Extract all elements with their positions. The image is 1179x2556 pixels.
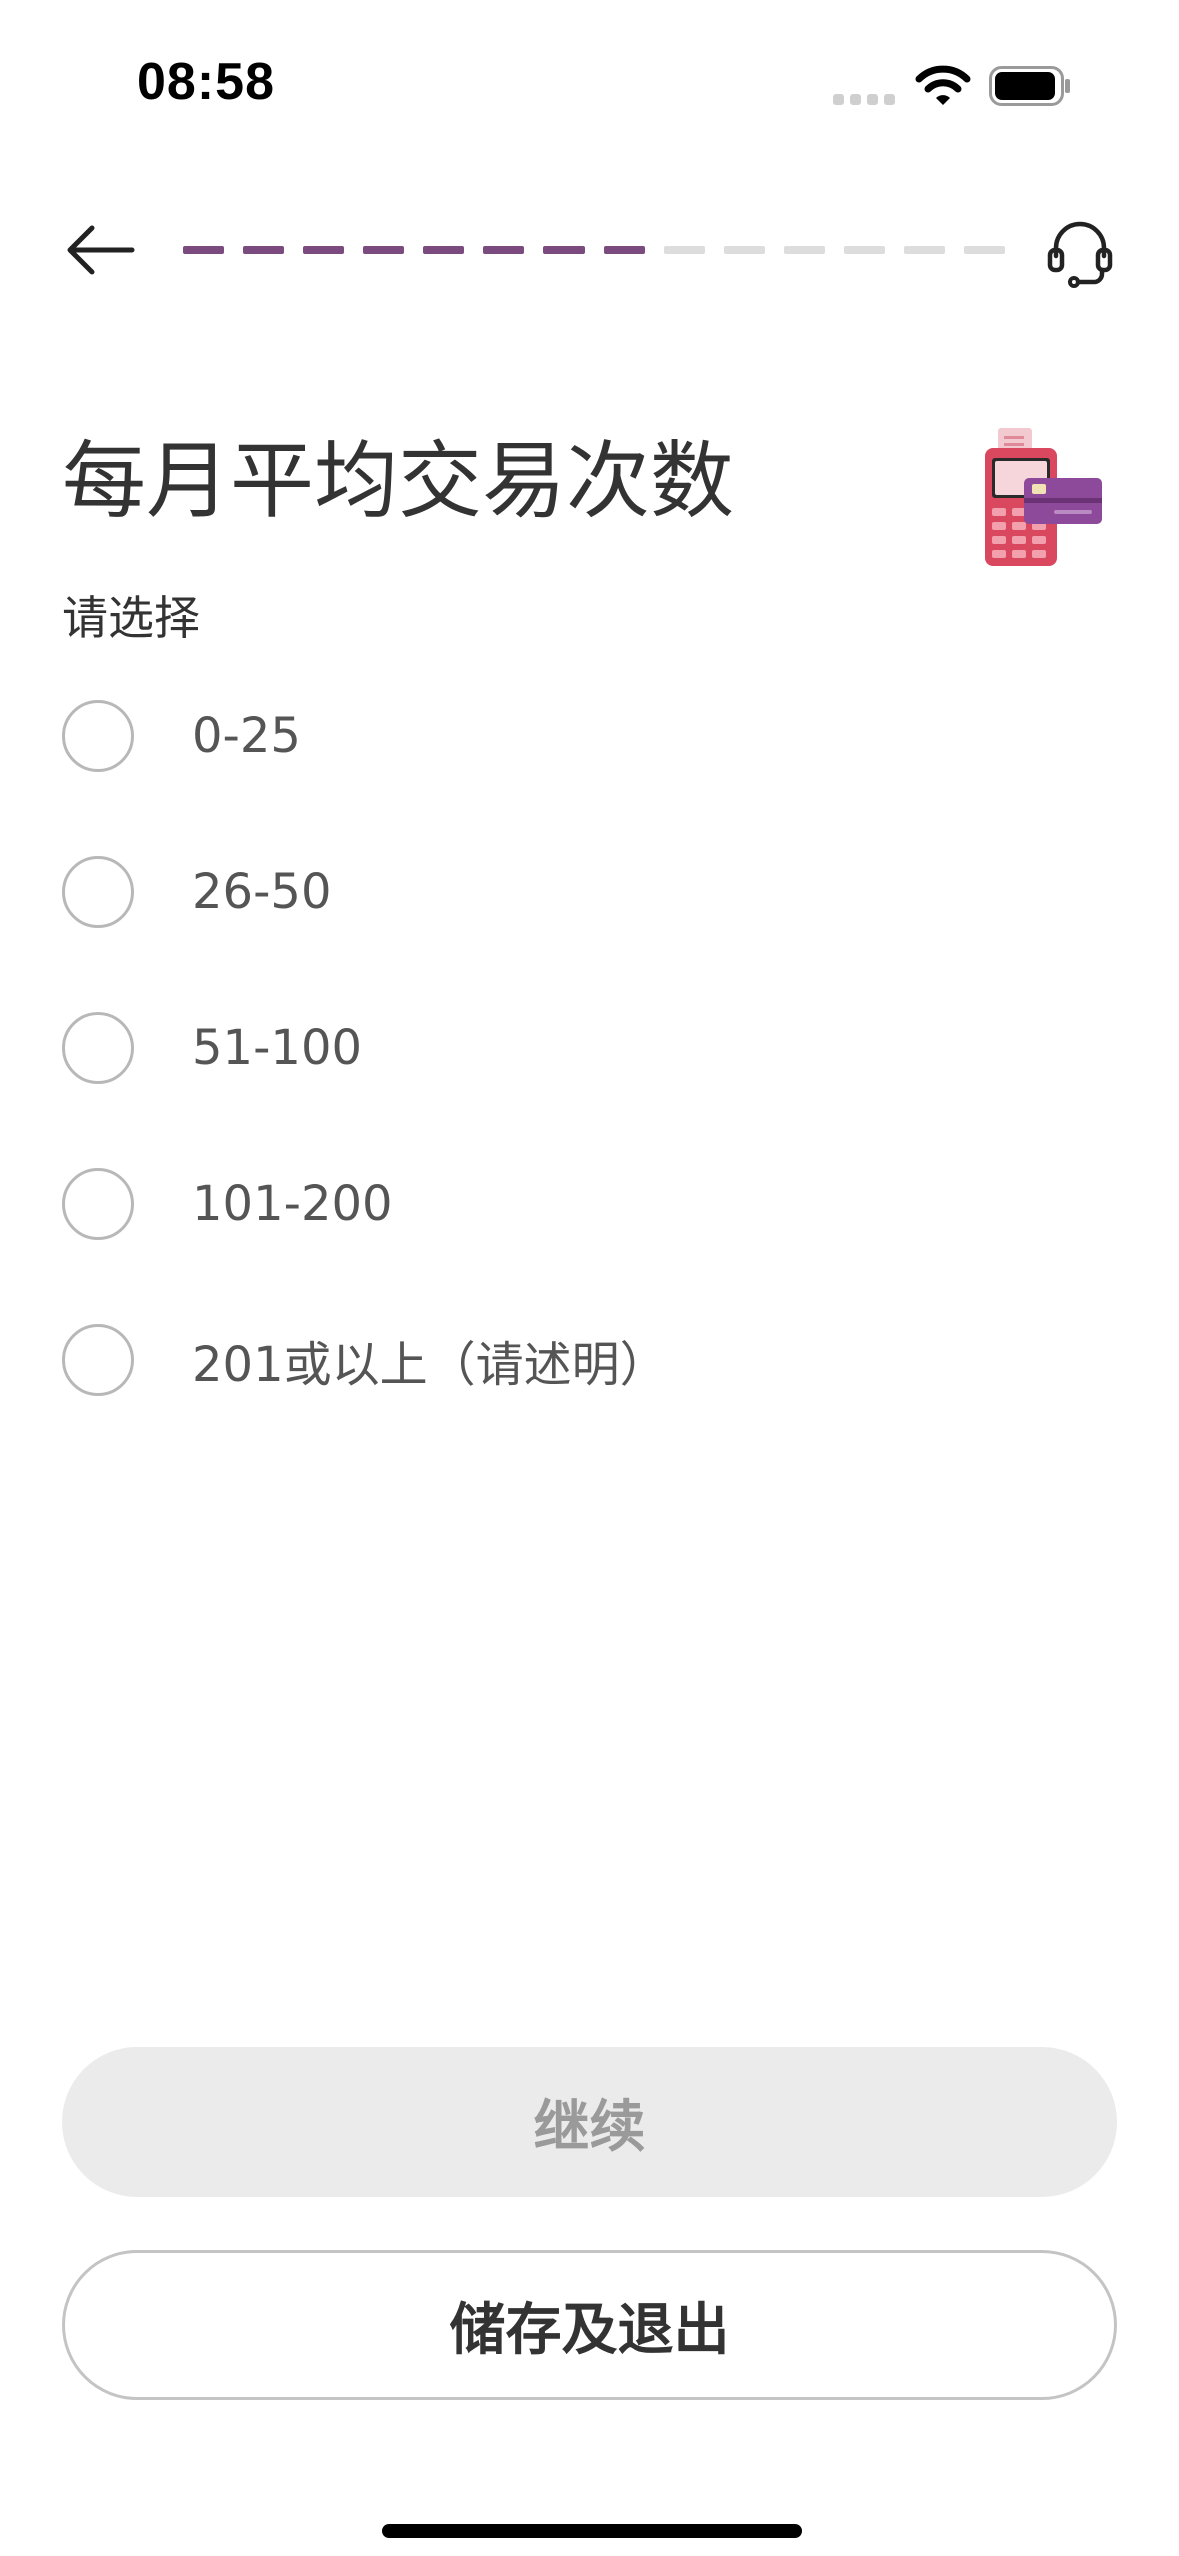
progress-step-complete: [603, 246, 645, 254]
wifi-icon: [915, 65, 971, 105]
progress-step-pending: [663, 246, 705, 254]
progress-step-pending: [723, 246, 765, 254]
progress-step-pending: [903, 246, 946, 254]
progress-step-pending: [783, 246, 825, 254]
option-label: 26-50: [192, 864, 332, 920]
status-icons: [833, 64, 1083, 108]
option-51-100[interactable]: 51-100: [62, 1010, 1112, 1086]
continue-button[interactable]: 继续: [62, 2047, 1117, 2197]
progress-step-pending: [964, 246, 1006, 254]
progress-step-complete: [183, 246, 225, 254]
pos-terminal-icon: [985, 428, 1102, 566]
option-101-200[interactable]: 101-200: [62, 1166, 1112, 1242]
home-indicator: [382, 2524, 802, 2538]
select-prompt: 请选择: [62, 591, 200, 645]
headset-icon[interactable]: [1044, 216, 1116, 288]
option-label: 0-25: [192, 708, 301, 764]
option-label: 51-100: [192, 1020, 363, 1076]
step-progress-bar: [183, 246, 1006, 254]
progress-step-complete: [363, 246, 405, 254]
radio-button[interactable]: [62, 1168, 134, 1240]
cellular-signal-icon: [833, 94, 895, 106]
progress-step-complete: [303, 246, 345, 254]
option-label: 101-200: [192, 1176, 393, 1232]
progress-step-pending: [843, 246, 885, 254]
option-label: 201或以上（请述明）: [192, 1337, 668, 1393]
progress-step-complete: [543, 246, 585, 254]
radio-button[interactable]: [62, 700, 134, 772]
battery-icon: [989, 66, 1070, 106]
option-list: 0-25 26-50 51-100 101-200 201或以上（请述明）: [62, 698, 1112, 1478]
radio-button[interactable]: [62, 1324, 134, 1396]
option-201-plus[interactable]: 201或以上（请述明）: [62, 1322, 1112, 1398]
save-and-exit-button[interactable]: 储存及退出: [62, 2250, 1117, 2400]
back-arrow-icon[interactable]: [62, 222, 138, 278]
progress-step-complete: [423, 246, 465, 254]
option-0-25[interactable]: 0-25: [62, 698, 1112, 774]
progress-step-complete: [243, 246, 285, 254]
option-26-50[interactable]: 26-50: [62, 854, 1112, 930]
page-title: 每月平均交易次数: [62, 432, 735, 530]
status-time: 08:58: [137, 53, 275, 111]
radio-button[interactable]: [62, 856, 134, 928]
progress-step-complete: [483, 246, 525, 254]
radio-button[interactable]: [62, 1012, 134, 1084]
